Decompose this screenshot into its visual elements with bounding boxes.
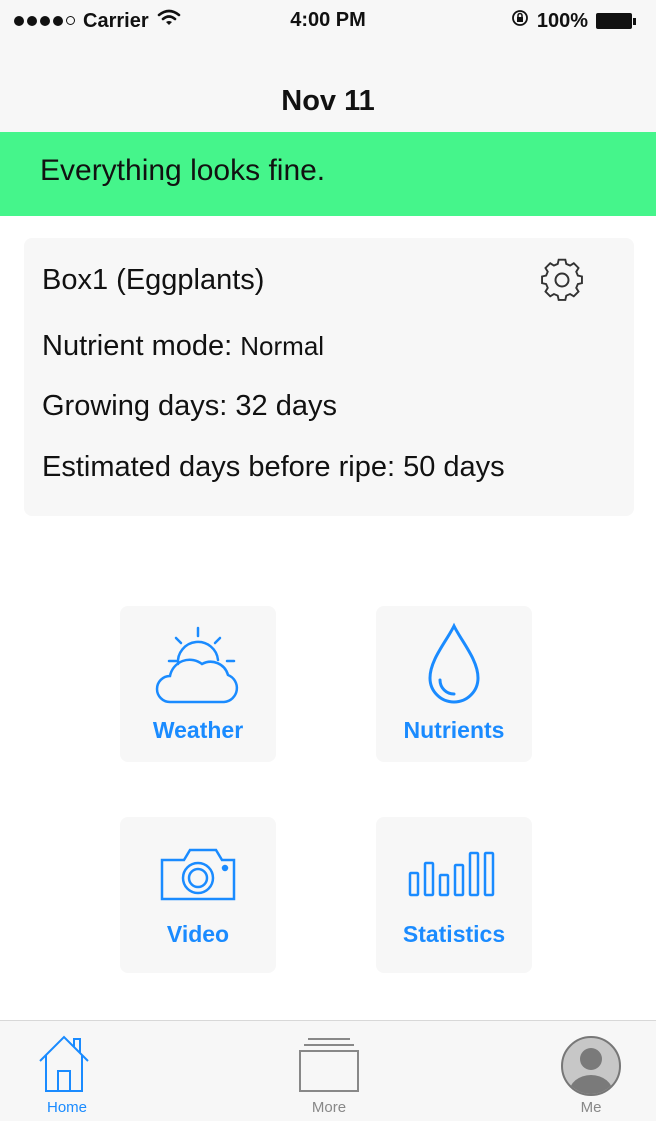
bar-chart-icon xyxy=(408,851,495,897)
status-message: Everything looks fine. xyxy=(40,154,326,187)
tab-me-label: Me xyxy=(580,1099,602,1116)
ripe-days-label: Estimated days before ripe: xyxy=(42,451,396,483)
battery-icon xyxy=(596,13,636,29)
box-title: Box1 (Eggplants) xyxy=(42,264,265,296)
weather-icon xyxy=(155,626,239,704)
nutrient-mode-value: Normal xyxy=(240,331,325,361)
status-right: 100% xyxy=(511,9,636,33)
growing-days-value: 32 days xyxy=(235,390,337,422)
tab-home[interactable]: Home xyxy=(12,1021,122,1121)
battery-percent: 100% xyxy=(536,9,588,32)
water-drop-icon xyxy=(428,622,480,704)
rotation-lock-icon xyxy=(511,9,529,33)
weather-label: Weather xyxy=(152,717,244,743)
statistics-tile[interactable]: Statistics xyxy=(376,817,532,973)
more-icon xyxy=(299,1038,359,1092)
box-info-card: Box1 (Eggplants) Nutrient mode: Normal G… xyxy=(24,238,634,516)
growing-days-row: Growing days: 32 days xyxy=(42,390,337,423)
nutrients-tile[interactable]: Nutrients xyxy=(376,606,532,762)
home-icon xyxy=(39,1035,89,1092)
tab-me[interactable]: Me xyxy=(536,1021,646,1121)
weather-tile[interactable]: Weather xyxy=(120,606,276,762)
growing-days-label: Growing days: xyxy=(42,390,228,422)
page-title: Nov 11 xyxy=(281,85,375,117)
tab-more-label: More xyxy=(311,1099,347,1116)
statistics-label: Statistics xyxy=(402,921,506,947)
status-bar: Carrier 4:00 PM 100% xyxy=(0,0,656,44)
video-tile[interactable]: Video xyxy=(120,817,276,973)
ripe-days-value: 50 days xyxy=(403,451,505,483)
ripe-days-row: Estimated days before ripe: 50 days xyxy=(42,451,505,484)
gear-icon[interactable] xyxy=(536,254,588,306)
navigation-bar: Nov 11 xyxy=(0,44,656,132)
tab-bar: Home More Me xyxy=(0,1020,656,1121)
nutrients-label: Nutrients xyxy=(403,717,505,743)
nutrient-mode-row: Nutrient mode: Normal xyxy=(42,330,324,363)
tab-more[interactable]: More xyxy=(274,1021,384,1121)
video-label: Video xyxy=(166,921,230,947)
profile-icon xyxy=(561,1036,621,1096)
status-banner: Everything looks fine. xyxy=(0,132,656,216)
tab-home-label: Home xyxy=(46,1099,87,1116)
camera-icon xyxy=(160,848,236,901)
nutrient-mode-label: Nutrient mode: xyxy=(42,330,233,362)
